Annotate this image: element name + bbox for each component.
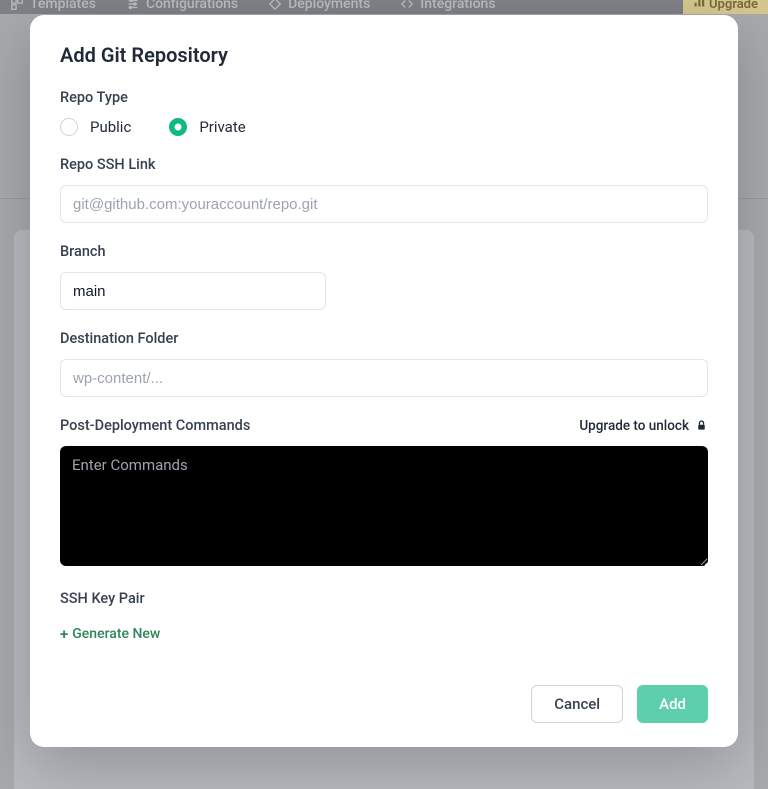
destination-label: Destination Folder [60,330,708,347]
ssh-link-label: Repo SSH Link [60,156,708,173]
modal-title: Add Git Repository [60,43,708,67]
nav-integrations[interactable]: Integrations [400,0,495,12]
nav-configurations[interactable]: Configurations [126,0,238,12]
lock-icon [695,419,708,432]
upgrade-icon [693,0,705,12]
ssh-key-field: SSH Key Pair + Generate New [60,590,708,643]
plus-icon: + [60,625,68,643]
radio-label: Private [199,118,245,136]
repo-type-private-option[interactable]: Private [169,118,245,136]
integrations-icon [400,0,414,11]
modal-footer: Cancel Add [60,685,708,723]
cancel-button[interactable]: Cancel [531,685,623,723]
configurations-icon [126,0,140,11]
ssh-link-field: Repo SSH Link [60,156,708,223]
ssh-key-label: SSH Key Pair [60,590,708,607]
post-deploy-commands-input[interactable] [60,446,708,566]
upgrade-unlock-text: Upgrade to unlock [579,418,689,434]
nav-label: Deployments [288,0,370,12]
top-nav: Templates Configurations Deployments Int… [0,0,768,14]
add-button[interactable]: Add [637,685,708,723]
repo-type-radio-group: Public Private [60,118,708,136]
cancel-label: Cancel [554,695,600,713]
templates-icon [10,0,24,11]
post-deploy-field: Post-Deployment Commands Upgrade to unlo… [60,417,708,570]
post-deploy-label: Post-Deployment Commands [60,417,250,434]
destination-input[interactable] [60,359,708,397]
ssh-link-input[interactable] [60,185,708,223]
radio-icon [169,118,187,136]
nav-label: Integrations [420,0,495,12]
branch-input[interactable] [60,272,326,310]
radio-icon [60,118,78,136]
nav-deployments[interactable]: Deployments [268,0,370,12]
upgrade-button[interactable]: Upgrade [683,0,768,14]
nav-label: Configurations [146,0,238,12]
generate-new-link[interactable]: + Generate New [60,625,160,643]
branch-field: Branch [60,243,708,310]
add-git-repo-modal: Add Git Repository Repo Type Public Priv… [30,15,738,747]
repo-type-public-option[interactable]: Public [60,118,131,136]
generate-new-text: Generate New [72,626,160,642]
deployments-icon [268,0,282,11]
upgrade-label: Upgrade [709,0,758,12]
repo-type-label: Repo Type [60,89,708,106]
upgrade-to-unlock[interactable]: Upgrade to unlock [579,418,708,434]
destination-field: Destination Folder [60,330,708,397]
nav-label: Templates [30,0,96,12]
branch-label: Branch [60,243,708,260]
radio-label: Public [90,118,131,136]
repo-type-field: Repo Type Public Private [60,89,708,136]
add-label: Add [659,695,686,713]
nav-templates[interactable]: Templates [10,0,96,12]
